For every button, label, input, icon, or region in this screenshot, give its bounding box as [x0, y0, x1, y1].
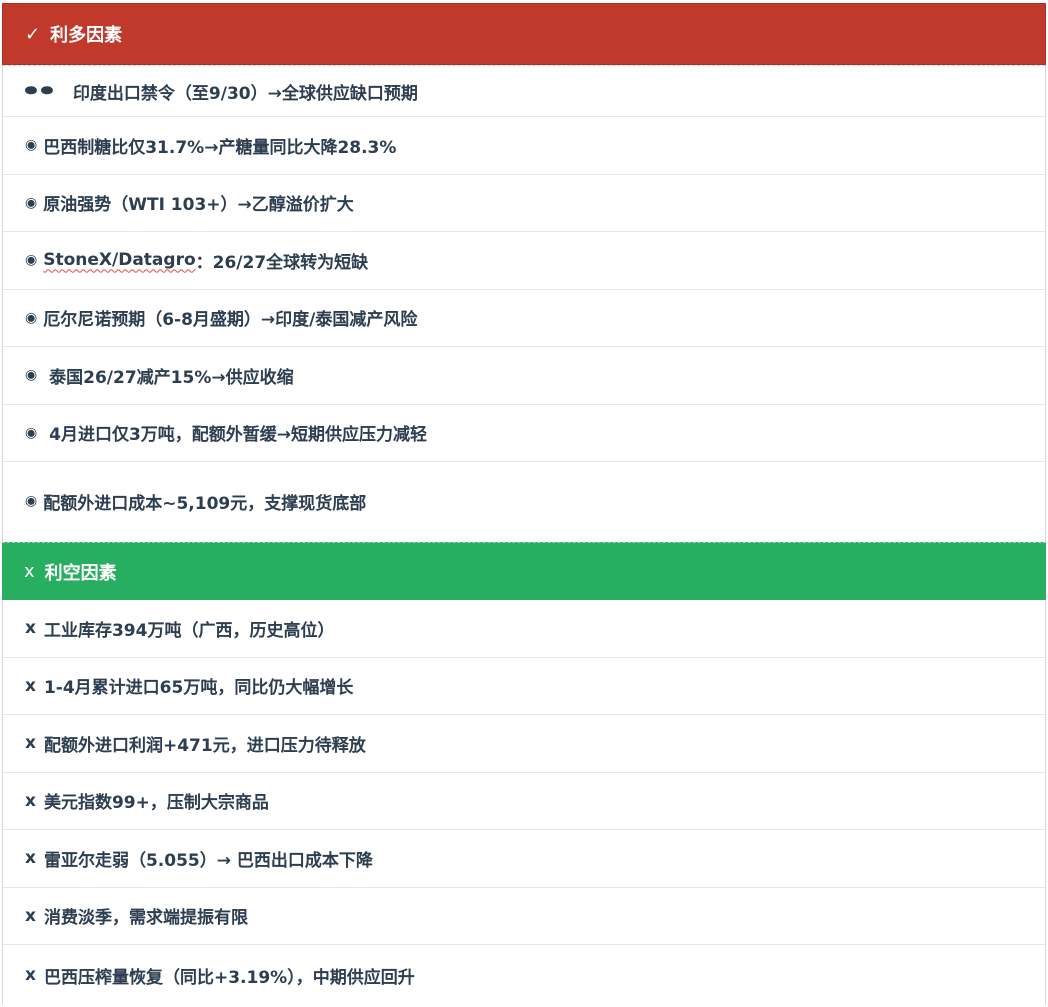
bullish-section: ✓ 利多因素 ⬬ ⬬ 印度出口禁令（至9/30）→全球供应缺口预期 ◉ 巴西制糖比… — [2, 3, 1046, 542]
list-item-text: 雷亚尔走弱（5.055）→ 巴西出口成本下降 — [43, 850, 373, 871]
list-item: x 1-4月累计进口65万吨，同比仍大幅增长 — [3, 658, 1045, 715]
list-item: ◉ 厄尔尼诺预期（6-8月盛期）→印度/泰国减产风险 — [3, 290, 1045, 347]
list-item: x 巴西压榨量恢复（同比+3.19%），中期供应回升 — [3, 945, 1045, 1005]
list-item-text: 消费淡季，需求端提振有限 — [43, 908, 248, 929]
x-icon: x — [25, 790, 36, 811]
list-item-text: 巴西压榨量恢复（同比+3.19%），中期供应回升 — [43, 967, 415, 988]
eyes-icon: ⬬ — [25, 83, 37, 99]
list-item-text: 巴西制糖比仅31.7%→产糖量同比大降28.3% — [43, 137, 397, 158]
list-item-text: 配额外进口利润+471元，进口压力待释放 — [43, 735, 366, 756]
check-icon: ✓ — [25, 23, 41, 45]
factors-page: ✓ 利多因素 ⬬ ⬬ 印度出口禁令（至9/30）→全球供应缺口预期 ◉ 巴西制糖比… — [0, 3, 1048, 1007]
x-icon: x — [25, 905, 36, 926]
bullet-icon: ◉ — [25, 493, 38, 509]
list-item: ⬬ ⬬ 印度出口禁令（至9/30）→全球供应缺口预期 — [3, 65, 1045, 117]
bullet-icon: ◉ — [25, 424, 38, 441]
x-icon: x — [25, 848, 36, 869]
bullet-icon: ◉ — [25, 309, 38, 326]
list-item: x 消费淡季，需求端提振有限 — [3, 888, 1045, 945]
bullish-title: 利多因素 — [50, 25, 123, 46]
bullet-icon: ◉ — [25, 137, 38, 154]
bullish-header: ✓ 利多因素 — [2, 3, 1046, 65]
list-item: ◉ StoneX/Datagro ：26/27全球转为短缺 — [3, 232, 1045, 290]
list-item: x 工业库存394万吨（广西，历史高位） — [3, 600, 1045, 658]
list-item-text: 4月进口仅3万吨，配额外暂缓→短期供应压力减轻 — [43, 425, 428, 446]
list-item-source: StoneX/Datagro — [43, 250, 196, 271]
list-item: ◉ 泰国26/27减产15%→供应收缩 — [3, 347, 1045, 405]
bullet-icon: ◉ — [25, 252, 38, 269]
list-item: ◉ 原油强势（WTI 103+）→乙醇溢价扩大 — [3, 175, 1045, 232]
x-icon: x — [25, 618, 36, 639]
bullish-list: ⬬ ⬬ 印度出口禁令（至9/30）→全球供应缺口预期 ◉ 巴西制糖比仅31.7%→… — [2, 65, 1046, 542]
bearish-section: x 利空因素 x 工业库存394万吨（广西，历史高位） x 1-4月累计进口65… — [2, 542, 1046, 1005]
list-item-text: 1-4月累计进口65万吨，同比仍大幅增长 — [43, 678, 354, 699]
x-icon: x — [24, 561, 35, 582]
list-item-text: 工业库存394万吨（广西，历史高位） — [43, 620, 335, 641]
list-item-text: 印度出口禁令（至9/30）→全球供应缺口预期 — [72, 83, 418, 104]
bearish-list: x 工业库存394万吨（广西，历史高位） x 1-4月累计进口65万吨，同比仍大… — [2, 600, 1046, 1005]
list-item: ◉ 配额外进口成本~5,109元，支撑现货底部 — [3, 462, 1045, 542]
x-icon: x — [25, 675, 36, 696]
x-icon: x — [25, 965, 36, 985]
bearish-header: x 利空因素 — [2, 542, 1046, 600]
list-item: x 雷亚尔走弱（5.055）→ 巴西出口成本下降 — [3, 830, 1045, 888]
bullet-icon: ◉ — [25, 194, 38, 211]
list-item-text: 泰国26/27减产15%→供应收缩 — [43, 367, 294, 388]
bearish-title: 利空因素 — [44, 562, 117, 584]
list-item-text: 厄尔尼诺预期（6-8月盛期）→印度/泰国减产风险 — [43, 310, 418, 331]
bullet-icon: ◉ — [25, 367, 38, 384]
list-item-text: 配额外进口成本~5,109元，支撑现货底部 — [43, 493, 367, 514]
list-item-text: 美元指数99+，压制大宗商品 — [43, 793, 269, 814]
list-item: x 美元指数99+，压制大宗商品 — [3, 773, 1045, 830]
list-item-text: ：26/27全球转为短缺 — [195, 252, 369, 273]
list-item-text: 原油强势（WTI 103+）→乙醇溢价扩大 — [43, 195, 354, 216]
list-item: ◉ 巴西制糖比仅31.7%→产糖量同比大降28.3% — [3, 117, 1045, 175]
eyes-icon: ⬬ — [40, 83, 53, 99]
list-item: x 配额外进口利润+471元，进口压力待释放 — [3, 715, 1045, 773]
x-icon: x — [25, 733, 36, 754]
list-item: ◉ 4月进口仅3万吨，配额外暂缓→短期供应压力减轻 — [3, 405, 1045, 462]
